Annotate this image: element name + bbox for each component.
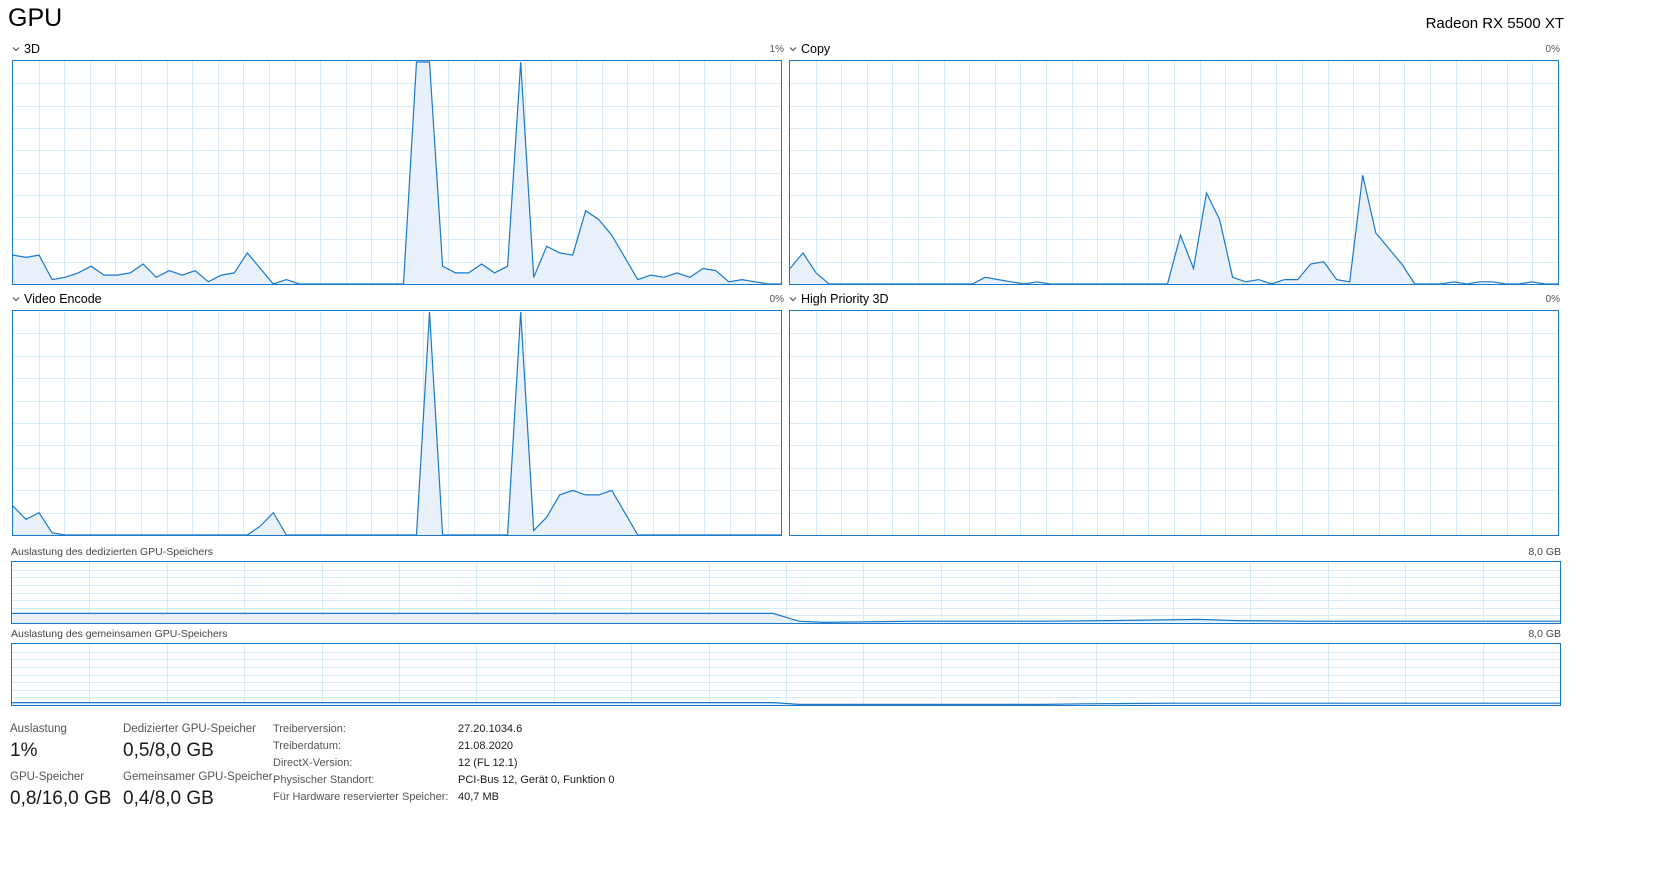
engine-label: High Priority 3D — [801, 292, 889, 306]
engine-graph-copy — [789, 60, 1559, 285]
graph-plot — [12, 562, 1560, 623]
dedicated-memory-label: Auslastung des dedizierten GPU-Speichers — [11, 546, 213, 558]
shared-memory-max: 8,0 GB — [1528, 628, 1561, 640]
engine-graph-3d — [12, 60, 782, 285]
dedicated-memory-graph — [11, 561, 1561, 624]
shared-memory-stat-value: 0,4/8,0 GB — [123, 788, 214, 809]
physical-location-value: PCI-Bus 12, Gerät 0, Funktion 0 — [458, 774, 615, 786]
engine-percent: 0% — [769, 294, 784, 305]
gpu-memory-label: GPU-Speicher — [10, 771, 85, 783]
chevron-down-icon — [789, 47, 797, 52]
chevron-down-icon — [789, 297, 797, 302]
gpu-device-name: Radeon RX 5500 XT — [1425, 15, 1564, 32]
dedicated-memory-max: 8,0 GB — [1528, 546, 1561, 558]
engine-graph-high-priority-3d — [789, 310, 1559, 536]
graph-plot — [790, 61, 1558, 284]
engine-label: Video Encode — [24, 292, 102, 306]
engine-percent: 1% — [769, 44, 784, 55]
engine-label: Copy — [801, 42, 831, 56]
shared-memory-stat-label: Gemeinsamer GPU-Speicher — [123, 771, 273, 783]
directx-version-value: 12 (FL 12.1) — [458, 757, 518, 769]
engine-label: 3D — [24, 42, 40, 56]
shared-memory-graph — [11, 643, 1561, 706]
hardware-reserved-memory-key: Für Hardware reservierter Speicher: — [273, 791, 449, 803]
engine-selector-copy[interactable]: Copy — [789, 42, 830, 56]
graph-plot — [790, 311, 1558, 535]
engine-selector-high-priority-3d[interactable]: High Priority 3D — [789, 292, 889, 306]
driver-version-key: Treiberversion: — [273, 723, 346, 735]
physical-location-key: Physischer Standort: — [273, 774, 375, 786]
hardware-reserved-memory-value: 40,7 MB — [458, 791, 499, 803]
graph-plot — [13, 61, 781, 284]
engine-graph-video-encode — [12, 310, 782, 536]
chevron-down-icon — [12, 47, 20, 52]
utilization-label: Auslastung — [10, 723, 67, 735]
page-title: GPU — [8, 4, 63, 32]
graph-plot — [13, 311, 781, 535]
driver-date-key: Treiberdatum: — [273, 740, 342, 752]
engine-selector-3d[interactable]: 3D — [12, 42, 40, 56]
driver-date-value: 21.08.2020 — [458, 740, 514, 752]
directx-version-key: DirectX-Version: — [273, 757, 353, 769]
chevron-down-icon — [12, 297, 20, 302]
graph-plot — [12, 644, 1560, 705]
shared-memory-label: Auslastung des gemeinsamen GPU-Speichers — [11, 628, 228, 640]
gpu-memory-value: 0,8/16,0 GB — [10, 788, 112, 809]
dedicated-memory-stat-value: 0,5/8,0 GB — [123, 740, 214, 761]
engine-percent: 0% — [1545, 294, 1560, 305]
dedicated-memory-stat-label: Dedizierter GPU-Speicher — [123, 723, 256, 735]
engine-percent: 0% — [1545, 44, 1560, 55]
driver-version-value: 27.20.1034.6 — [458, 723, 523, 735]
engine-selector-video-encode[interactable]: Video Encode — [12, 292, 102, 306]
utilization-value: 1% — [10, 740, 38, 761]
